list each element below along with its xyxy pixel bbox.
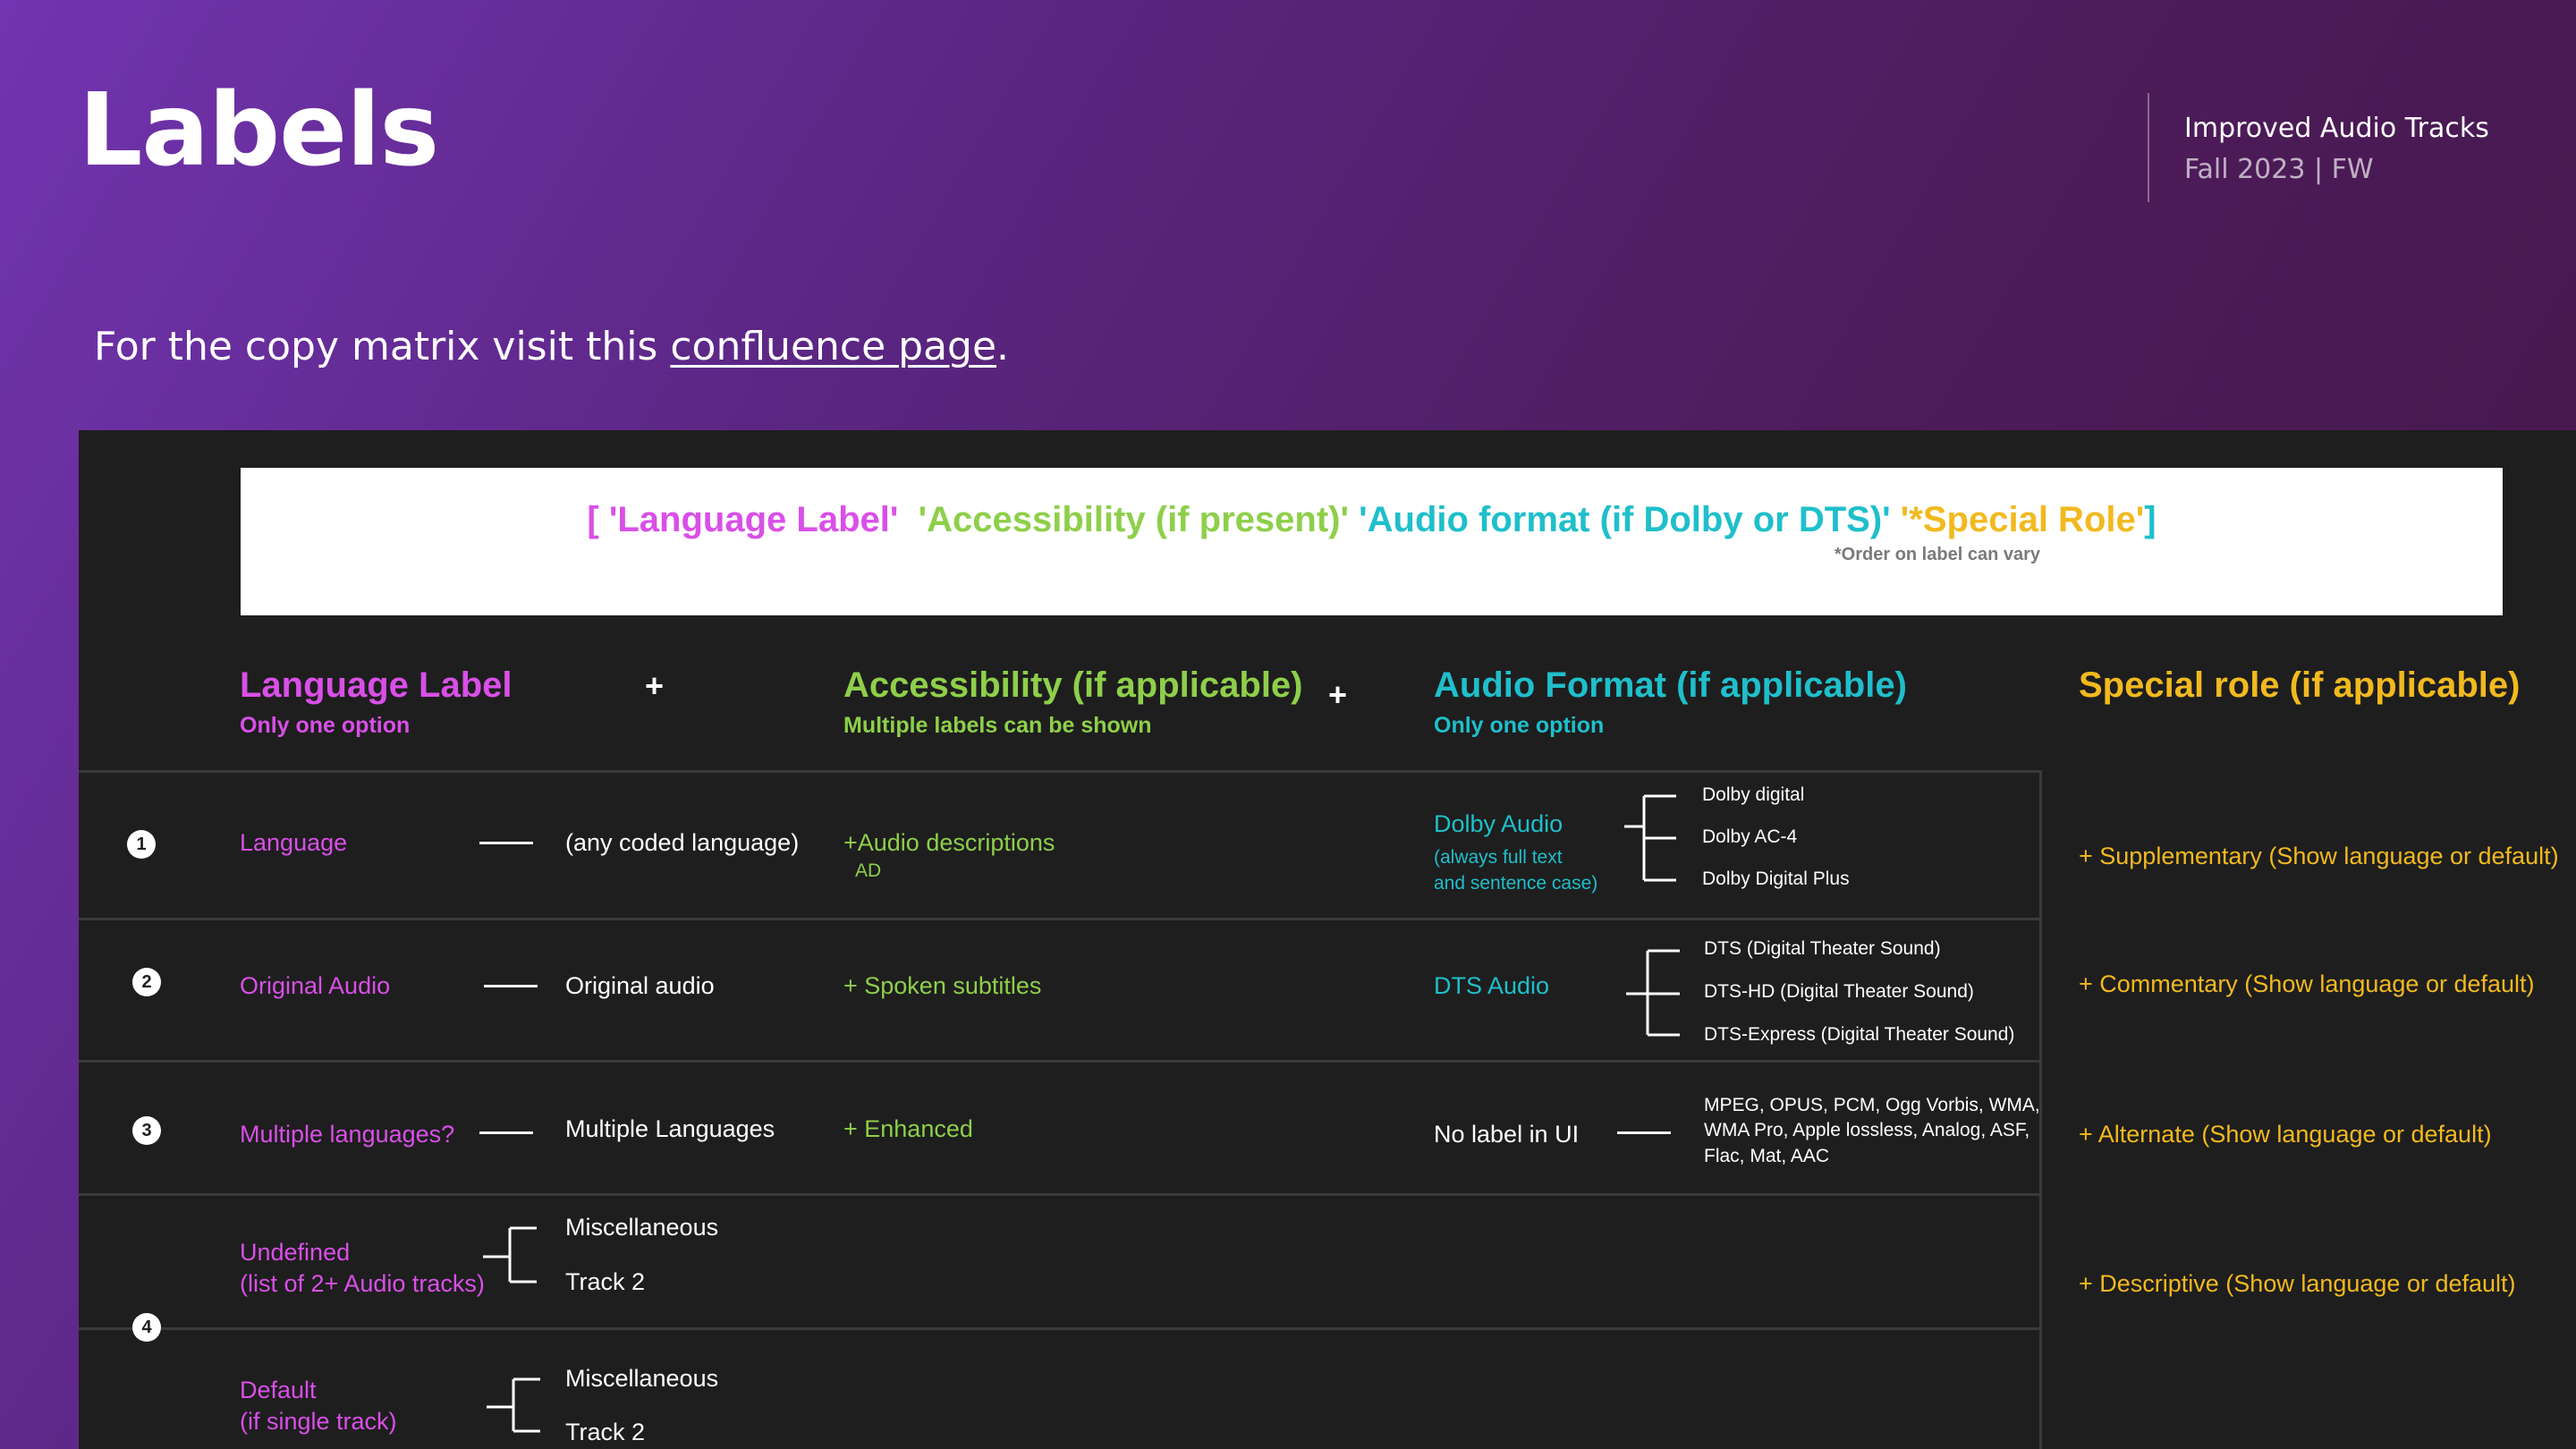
connector-line	[479, 842, 533, 844]
row2-format: DTS Audio	[1434, 972, 1550, 999]
row1-option: Dolby AC-4	[1702, 826, 1798, 847]
row3-special: + Alternate (Show language or default)	[2079, 1121, 2492, 1148]
row2-special: + Commentary (Show language or default)	[2079, 970, 2535, 997]
row4-default-line2: (if single track)	[240, 1408, 397, 1436]
confluence-link[interactable]: confluence page	[670, 324, 996, 369]
row3-language-label: Multiple languages?	[240, 1121, 455, 1148]
row-divider	[79, 1060, 2042, 1063]
formula-open: [	[587, 500, 609, 539]
row3-accessibility: + Enhanced	[843, 1115, 973, 1142]
row-number-badge: 2	[132, 968, 161, 996]
row-divider	[79, 1327, 2042, 1330]
col-language-sub: Only one option	[240, 713, 411, 738]
formula-audio-format: 'Audio format (if Dolby or DTS)'	[1359, 500, 1891, 539]
formula-close: ]	[2144, 500, 2157, 539]
row4-default-label: Default (if single track)	[240, 1375, 397, 1437]
intro-text: For the copy matrix visit this confluenc…	[94, 324, 1009, 369]
row2-accessibility: + Spoken subtitles	[843, 972, 1042, 999]
formula-language: 'Language Label'	[608, 500, 899, 539]
col-language-title: Language Label	[240, 665, 513, 705]
row1-format-note: (always full text and sentence case)	[1434, 844, 1597, 897]
row4-default-option: Track 2	[565, 1419, 646, 1445]
row-divider	[79, 918, 2042, 920]
bracket-connector	[483, 1226, 537, 1284]
bracket-connector	[487, 1377, 540, 1433]
page-title: Labels	[79, 72, 439, 189]
row1-option: Dolby Digital Plus	[1702, 869, 1850, 889]
label-formula-box: [ 'Language Label' 'Accessibility (if pr…	[241, 468, 2503, 615]
row4-undefined-option: Miscellaneous	[565, 1214, 719, 1241]
row3-options: MPEG, OPUS, PCM, Ogg Vorbis, WMA, WMA Pr…	[1704, 1093, 2040, 1169]
plus-sign: +	[1328, 676, 1348, 713]
connector-line	[484, 985, 538, 987]
row3-language-value: Multiple Languages	[565, 1115, 775, 1142]
row3-format: No label in UI	[1434, 1121, 1580, 1148]
header-divider	[2148, 93, 2149, 202]
intro-prefix: For the copy matrix visit this	[94, 324, 671, 369]
row-number-badge: 4	[132, 1313, 161, 1342]
row2-language-value: Original audio	[565, 972, 715, 999]
col-audio-format-sub: Only one option	[1434, 713, 1605, 738]
row3-option: WMA Pro, Apple lossless, Analog, ASF,	[1704, 1120, 2030, 1141]
formula-special-prefix: '*	[1900, 500, 1923, 539]
formula-special: Special Role'	[1922, 500, 2145, 539]
col-audio-format-title: Audio Format (if applicable)	[1434, 665, 1907, 705]
col-accessibility-title: Accessibility (if applicable)	[843, 665, 1303, 705]
row1-accessibility: +Audio descriptions	[843, 829, 1055, 856]
connector-line	[479, 1131, 533, 1134]
formula-accessibility: 'Accessibility (if present)'	[918, 500, 1349, 539]
row2-language-label: Original Audio	[240, 972, 391, 999]
row1-language-label: Language	[240, 829, 348, 856]
label-formula: [ 'Language Label' 'Accessibility (if pr…	[241, 500, 2503, 540]
bracket-connector	[1624, 794, 1676, 882]
row-number-badge: 1	[127, 830, 156, 859]
row4-undefined-line2: (list of 2+ Audio tracks)	[240, 1270, 485, 1298]
row2-option: DTS-HD (Digital Theater Sound)	[1704, 981, 1974, 1002]
row-divider	[79, 770, 2042, 773]
col-special-title: Special role (if applicable)	[2079, 665, 2521, 705]
plus-sign: +	[645, 667, 665, 704]
row1-language-value: (any coded language)	[565, 829, 800, 856]
bracket-connector	[1626, 949, 1680, 1037]
row3-option: Flac, Mat, AAC	[1704, 1145, 1830, 1166]
row1-format: Dolby Audio	[1434, 810, 1563, 837]
row4-undefined-option: Track 2	[565, 1268, 646, 1295]
row4-undefined-label: Undefined (list of 2+ Audio tracks)	[240, 1237, 485, 1300]
row2-option: DTS (Digital Theater Sound)	[1704, 938, 1941, 959]
row1-format-note-line1: (always full text	[1434, 847, 1563, 868]
intro-suffix: .	[996, 324, 1010, 369]
col-accessibility-sub: Multiple labels can be shown	[843, 713, 1152, 738]
row1-accessibility-code: AD	[855, 860, 882, 881]
connector-line	[1617, 1131, 1671, 1134]
row4-special: + Descriptive (Show language or default)	[2079, 1270, 2516, 1297]
row1-format-note-line2: and sentence case)	[1434, 873, 1598, 894]
row4-default-line1: Default	[240, 1377, 317, 1403]
row4-undefined-line1: Undefined	[240, 1239, 351, 1266]
row-number-badge: 3	[132, 1116, 161, 1145]
project-name: Improved Audio Tracks	[2184, 113, 2489, 144]
row1-option: Dolby digital	[1702, 784, 1805, 805]
row-divider	[79, 1193, 2042, 1196]
formula-note: *Order on label can vary	[1834, 545, 2040, 564]
row1-special: + Supplementary (Show language or defaul…	[2079, 843, 2559, 869]
project-subtitle: Fall 2023 | FW	[2184, 154, 2374, 185]
row4-default-option: Miscellaneous	[565, 1365, 719, 1392]
row2-option: DTS-Express (Digital Theater Sound)	[1704, 1024, 2015, 1045]
row3-option: MPEG, OPUS, PCM, Ogg Vorbis, WMA,	[1704, 1095, 2040, 1115]
